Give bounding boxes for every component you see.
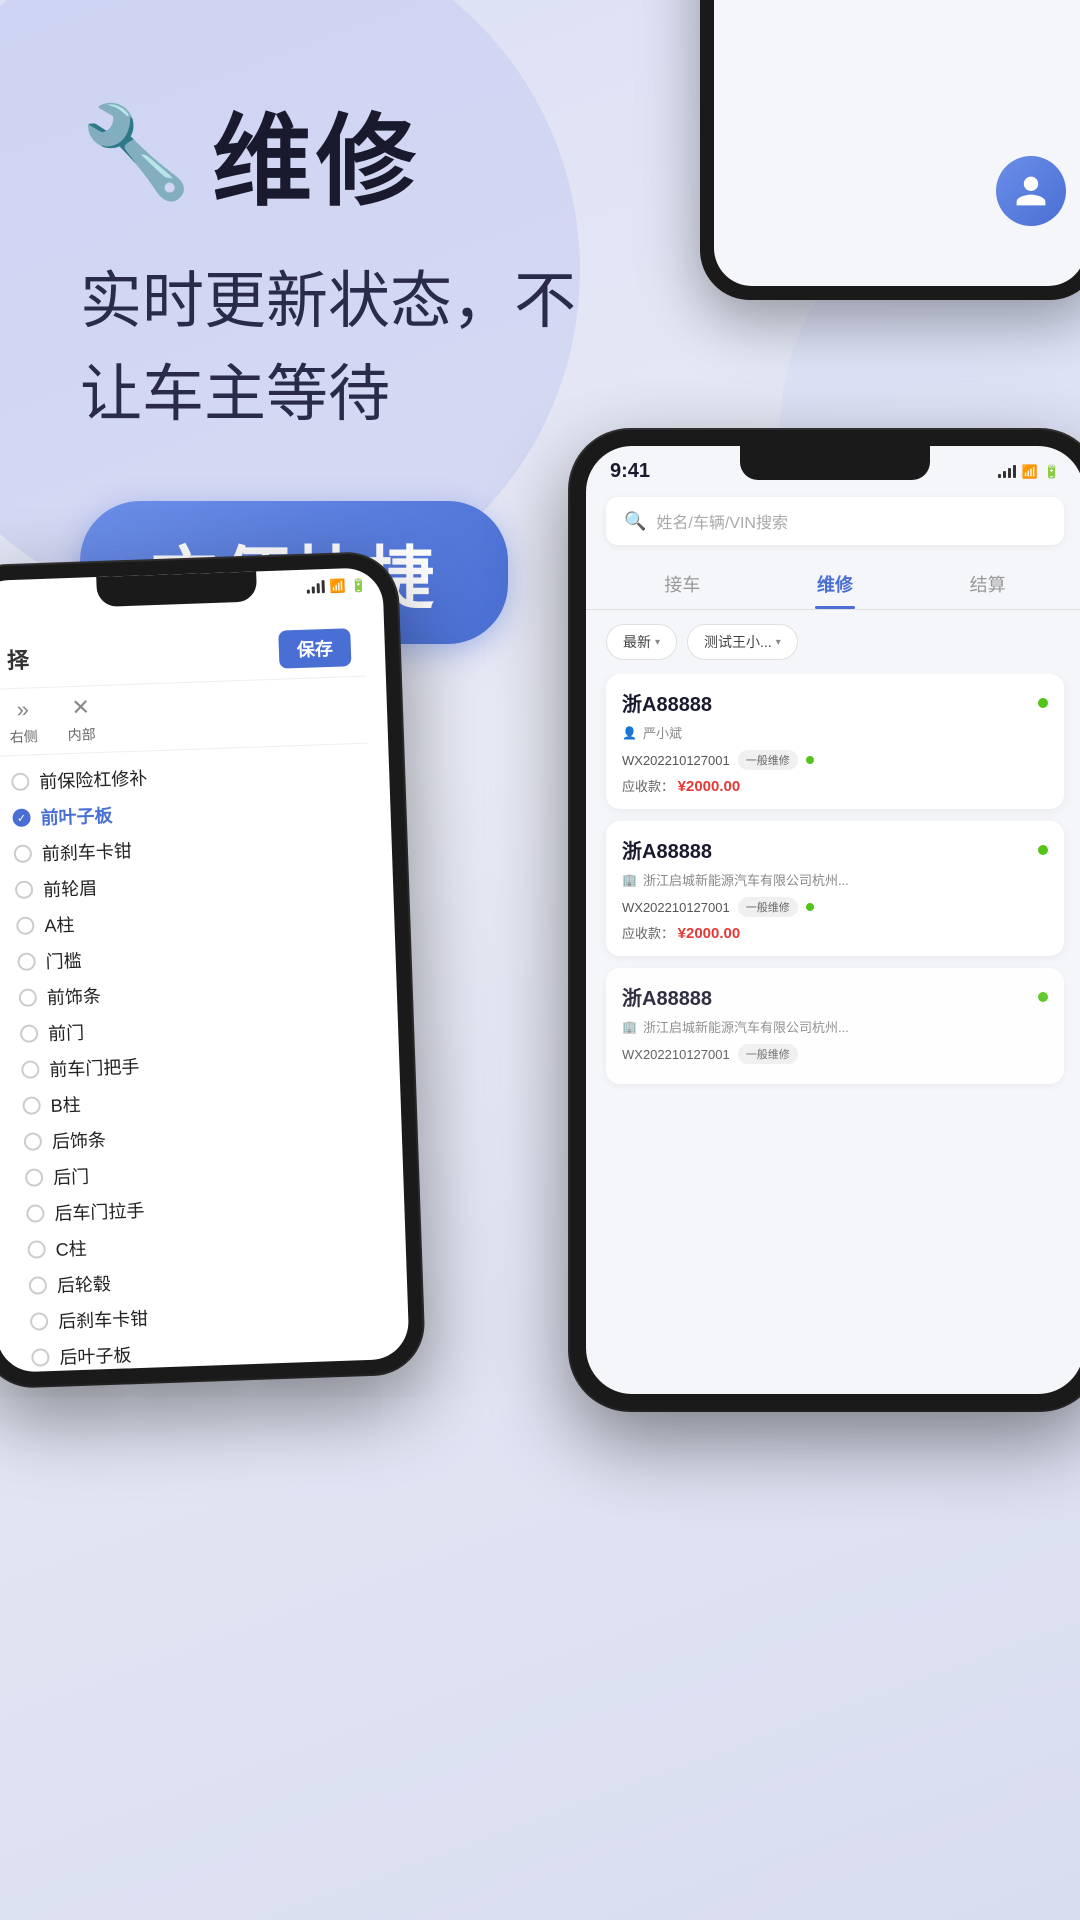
phone-right-notch: [740, 446, 930, 480]
phone-left: 📶 🔋 择 保存 » 右侧 ✕ 内部: [0, 553, 424, 1388]
battery-icon: 🔋: [1044, 464, 1060, 480]
battery-icon: 🔋: [350, 578, 367, 595]
amount-value: ¥2000.00: [678, 925, 741, 942]
avatar-circle: [996, 156, 1066, 226]
checkbox-unchecked[interactable]: [29, 1276, 48, 1295]
checkbox-unchecked[interactable]: [15, 880, 34, 899]
checkbox-unchecked[interactable]: [30, 1312, 49, 1331]
repair-card-2[interactable]: 浙A88888 🏢 浙江启城新能源汽车有限公司杭州... WX202210127…: [606, 821, 1064, 956]
filter-newest[interactable]: 最新 ▾: [606, 624, 677, 660]
checkbox-checked[interactable]: ✓: [12, 808, 31, 827]
tab-weixiu[interactable]: 维修: [759, 559, 912, 609]
order-number: WX202210127001: [622, 1047, 730, 1062]
amount-value: ¥2000.00: [678, 778, 741, 795]
right-side-icon[interactable]: » 右侧: [8, 696, 38, 747]
checkbox-unchecked[interactable]: [24, 1132, 43, 1151]
person-icon: 👤: [622, 726, 637, 740]
checkbox-unchecked[interactable]: [20, 1024, 39, 1043]
order-number: WX202210127001: [622, 753, 730, 768]
plate-number: 浙A88888: [622, 835, 712, 864]
search-input[interactable]: 姓名/车辆/VIN搜索: [656, 509, 788, 533]
arrow-right-icon: »: [16, 696, 29, 722]
order-tag: 一般维修: [738, 897, 798, 917]
inner-label: 内部: [67, 724, 96, 745]
search-icon: 🔍: [624, 511, 646, 532]
status-dot: [1038, 992, 1048, 1002]
right-phone-content: 9:41 📶 🔋 🔍 姓名/车辆/: [586, 446, 1080, 1394]
left-header-title: 择: [6, 642, 29, 675]
company-icon: 🏢: [622, 1020, 637, 1034]
wifi-icon: 📶: [329, 578, 346, 595]
order-tag: 一般维修: [738, 1044, 798, 1064]
cross-icon: ✕: [71, 694, 90, 721]
phones-container: 📶 🔋 择 保存 » 右侧 ✕ 内部: [0, 430, 1080, 1920]
wrench-icon: 🔧: [80, 108, 192, 198]
plate-number: 浙A88888: [622, 982, 712, 1011]
inner-icon[interactable]: ✕ 内部: [66, 694, 96, 745]
filter-worker[interactable]: 测试王小... ▾: [687, 624, 798, 660]
tab-jiesuan[interactable]: 结算: [911, 559, 1064, 609]
phone-left-screen: 📶 🔋 择 保存 » 右侧 ✕ 内部: [0, 567, 410, 1373]
left-phone-content: 择 保存 » 右侧 ✕ 内部: [0, 607, 410, 1373]
amount-row: 应收款： ¥2000.00: [622, 923, 1048, 942]
checkbox-unchecked[interactable]: [21, 1060, 40, 1079]
checkbox-unchecked[interactable]: [31, 1348, 50, 1367]
save-button[interactable]: 保存: [278, 628, 351, 668]
phone-right: 9:41 📶 🔋 🔍 姓名/车辆/: [570, 430, 1080, 1410]
order-tag: 一般维修: [738, 750, 798, 770]
owner-name: 严小斌: [643, 723, 682, 742]
repair-card-1[interactable]: 浙A88888 👤 严小斌 WX202210127001 一般维修: [606, 674, 1064, 809]
checkbox-unchecked[interactable]: [26, 1204, 45, 1223]
checkbox-unchecked[interactable]: [14, 844, 33, 863]
chevron-down-icon: ▾: [776, 637, 781, 648]
order-number: WX202210127001: [622, 900, 730, 915]
amount-row: 应收款： ¥2000.00: [622, 776, 1048, 795]
checkbox-unchecked[interactable]: [17, 952, 36, 971]
signal-icon: [306, 581, 324, 594]
tabs-row: 接车 维修 结算: [586, 559, 1080, 610]
phone-right-screen: 9:41 📶 🔋 🔍 姓名/车辆/: [586, 446, 1080, 1394]
chevron-down-icon: ▾: [655, 637, 660, 648]
status-dot-green: [806, 756, 814, 764]
plate-number: 浙A88888: [622, 688, 712, 717]
wifi-icon: 📶: [1022, 464, 1038, 480]
checkbox-unchecked[interactable]: [27, 1240, 46, 1259]
search-bar[interactable]: 🔍 姓名/车辆/VIN搜索: [606, 497, 1064, 545]
checkbox-unchecked[interactable]: [11, 772, 30, 791]
right-time: 9:41: [610, 460, 650, 483]
checkbox-unchecked[interactable]: [22, 1096, 41, 1115]
signal-icon: [998, 466, 1016, 478]
status-dot-green: [806, 903, 814, 911]
checkbox-unchecked[interactable]: [25, 1168, 44, 1187]
checkbox-unchecked[interactable]: [19, 988, 38, 1007]
checkbox-unchecked[interactable]: [16, 916, 35, 935]
hero-title: 维修: [212, 80, 420, 225]
right-status-icons: 📶 🔋: [998, 464, 1060, 480]
status-dot: [1038, 698, 1048, 708]
phone-top-right: 9 全: [700, 0, 1080, 300]
phone-top-right-screen: 9 全: [714, 0, 1080, 286]
cards-list: 浙A88888 👤 严小斌 WX202210127001 一般维修: [586, 674, 1080, 1394]
filter-row: 最新 ▾ 测试王小... ▾: [586, 624, 1080, 660]
status-dot: [1038, 845, 1048, 855]
tab-jieche[interactable]: 接车: [606, 559, 759, 609]
checklist: 前保险杠修补 ✓ 前叶子板 前刹车卡钳 前轮眉: [0, 744, 391, 1373]
phone-left-notch: [96, 571, 257, 607]
company-icon: 🏢: [622, 873, 637, 887]
repair-card-3[interactable]: 浙A88888 🏢 浙江启城新能源汽车有限公司杭州... WX202210127…: [606, 968, 1064, 1084]
owner-name: 浙江启城新能源汽车有限公司杭州...: [643, 1017, 849, 1036]
right-side-label: 右侧: [9, 726, 38, 747]
owner-name: 浙江启城新能源汽车有限公司杭州...: [643, 870, 849, 889]
